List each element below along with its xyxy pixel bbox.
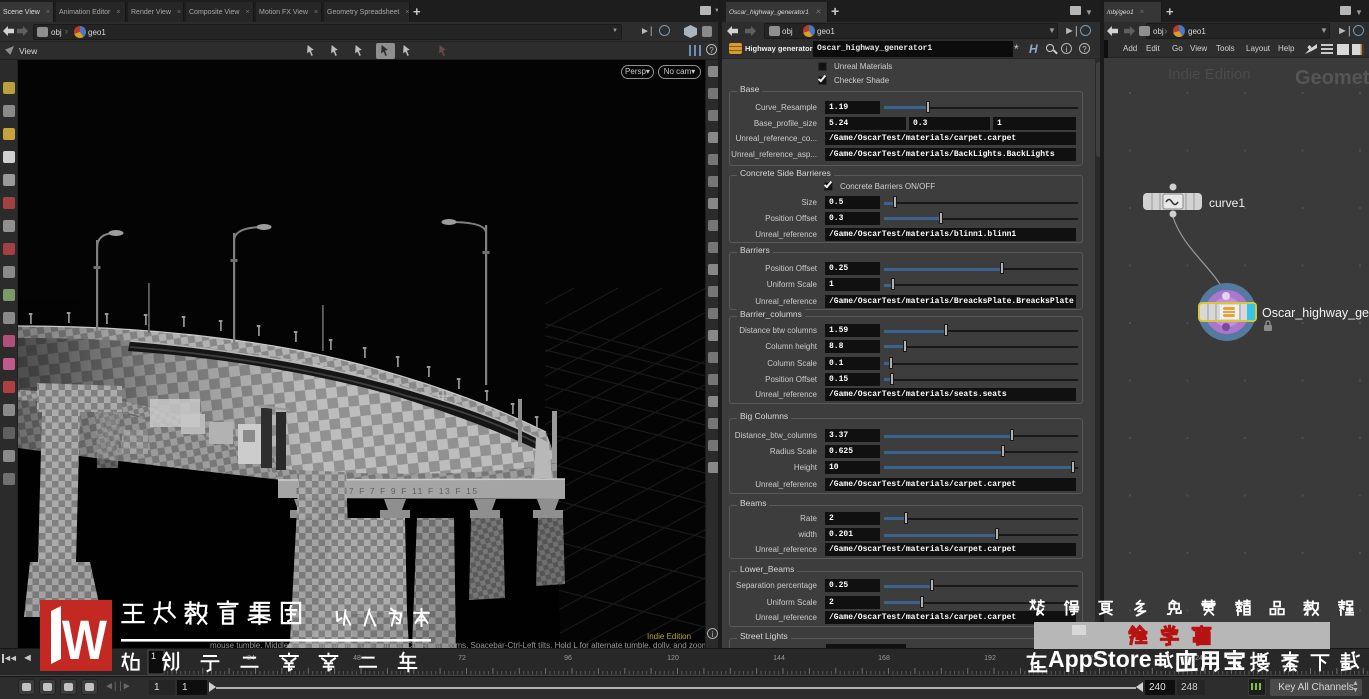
- svg-text:1: 1: [151, 651, 156, 661]
- svg-text:curve1: curve1: [1209, 196, 1245, 210]
- svg-text:48: 48: [353, 655, 361, 662]
- svg-text:72: 72: [458, 655, 466, 662]
- svg-text:240: 240: [1195, 655, 1207, 662]
- svg-text:Geometry: Geometry: [1295, 67, 1369, 89]
- svg-text:144: 144: [773, 655, 785, 662]
- svg-text:Oscar_highway_ge: Oscar_highway_ge: [1262, 306, 1369, 320]
- svg-text:24: 24: [247, 655, 255, 662]
- svg-text:168: 168: [878, 655, 890, 662]
- svg-text:Indie Edition: Indie Edition: [1168, 66, 1251, 83]
- svg-text:192: 192: [984, 655, 996, 662]
- svg-text:96: 96: [564, 655, 572, 662]
- svg-text:120: 120: [667, 655, 679, 662]
